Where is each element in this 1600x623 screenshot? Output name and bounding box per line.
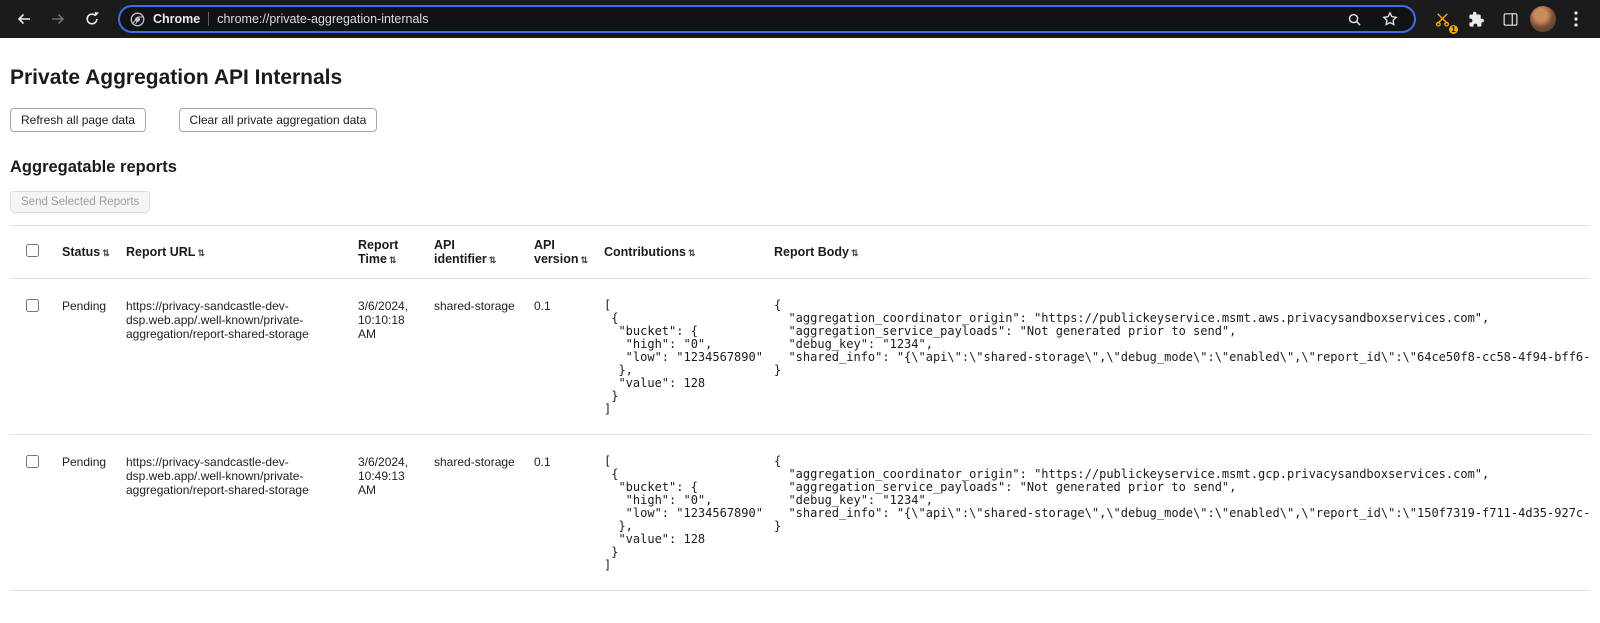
refresh-all-button[interactable]: Refresh all page data <box>10 108 146 132</box>
back-icon[interactable] <box>10 5 38 33</box>
badge-count: 1 <box>1448 24 1459 35</box>
clear-all-button[interactable]: Clear all private aggregation data <box>179 108 378 132</box>
cell-contributions: [ { "bucket": { "high": "0", "low": "123… <box>596 279 766 435</box>
omnibox-divider <box>208 12 209 26</box>
col-label: Contributions <box>604 245 686 259</box>
send-selected-reports-button[interactable]: Send Selected Reports <box>10 191 150 213</box>
cell-report-time: 3/6/2024, 10:49:13 AM <box>350 435 426 591</box>
sort-icon: ⇅ <box>688 248 696 258</box>
sort-icon: ⇅ <box>197 248 205 258</box>
cell-status: Pending <box>54 435 118 591</box>
reports-table: Status⇅ Report URL⇅ Report Time⇅ API ide… <box>10 225 1590 591</box>
select-all-cell <box>10 226 54 279</box>
omnibox[interactable]: Chrome chrome://private-aggregation-inte… <box>118 5 1416 33</box>
sort-icon: ⇅ <box>489 255 497 265</box>
reload-icon[interactable] <box>78 5 106 33</box>
col-header-report-body[interactable]: Report Body⇅ <box>766 226 1590 279</box>
cell-report-body: { "aggregation_coordinator_origin": "htt… <box>766 435 1590 591</box>
forward-icon[interactable] <box>44 5 72 33</box>
row-select-checkbox[interactable] <box>26 455 39 468</box>
labs-badge-icon[interactable]: 1 <box>1428 5 1456 33</box>
menu-kebab-icon[interactable] <box>1562 5 1590 33</box>
omnibox-product-label: Chrome <box>153 12 200 26</box>
table-row: Pending https://privacy-sandcastle-dev-d… <box>10 279 1590 435</box>
cell-report-url: https://privacy-sandcastle-dev-dsp.web.a… <box>118 279 350 435</box>
chrome-logo-icon <box>130 12 145 27</box>
cell-api-version: 0.1 <box>526 435 596 591</box>
sort-icon: ⇅ <box>851 248 859 258</box>
extensions-puzzle-icon[interactable] <box>1462 5 1490 33</box>
cell-api-identifier: shared-storage <box>426 435 526 591</box>
omnibox-url-text: chrome://private-aggregation-internals <box>217 12 428 26</box>
col-label: Report URL <box>126 245 195 259</box>
cell-api-version: 0.1 <box>526 279 596 435</box>
col-header-status[interactable]: Status⇅ <box>54 226 118 279</box>
select-all-checkbox[interactable] <box>26 244 39 257</box>
table-row: Pending https://privacy-sandcastle-dev-d… <box>10 435 1590 591</box>
cell-contributions: [ { "bucket": { "high": "0", "low": "123… <box>596 435 766 591</box>
search-icon[interactable] <box>1340 5 1368 33</box>
bookmark-star-icon[interactable] <box>1376 5 1404 33</box>
browser-toolbar: Chrome chrome://private-aggregation-inte… <box>0 0 1600 38</box>
cell-report-url: https://privacy-sandcastle-dev-dsp.web.a… <box>118 435 350 591</box>
sort-icon: ⇅ <box>580 255 588 265</box>
table-header-row: Status⇅ Report URL⇅ Report Time⇅ API ide… <box>10 226 1590 279</box>
col-label: API identifier <box>434 238 487 266</box>
cell-api-identifier: shared-storage <box>426 279 526 435</box>
col-header-report-url[interactable]: Report URL⇅ <box>118 226 350 279</box>
cell-status: Pending <box>54 279 118 435</box>
row-select-cell <box>10 435 54 591</box>
sort-icon: ⇅ <box>389 255 397 265</box>
col-header-contributions[interactable]: Contributions⇅ <box>596 226 766 279</box>
cell-report-body: { "aggregation_coordinator_origin": "htt… <box>766 279 1590 435</box>
side-panel-icon[interactable] <box>1496 5 1524 33</box>
page-title: Private Aggregation API Internals <box>10 66 1590 90</box>
col-header-report-time[interactable]: Report Time⇅ <box>350 226 426 279</box>
col-header-api-version[interactable]: API version⇅ <box>526 226 596 279</box>
col-header-api-identifier[interactable]: API identifier⇅ <box>426 226 526 279</box>
row-select-checkbox[interactable] <box>26 299 39 312</box>
col-label: Status <box>62 245 100 259</box>
sort-icon: ⇅ <box>102 248 110 258</box>
col-label: Report Body <box>774 245 849 259</box>
top-buttons: Refresh all page data Clear all private … <box>10 108 1590 132</box>
page-content: Private Aggregation API Internals Refres… <box>0 38 1600 591</box>
cell-report-time: 3/6/2024, 10:10:18 AM <box>350 279 426 435</box>
profile-avatar[interactable] <box>1530 6 1556 32</box>
aggregatable-reports-heading: Aggregatable reports <box>10 158 1590 177</box>
row-select-cell <box>10 279 54 435</box>
col-label: API version <box>534 238 578 266</box>
